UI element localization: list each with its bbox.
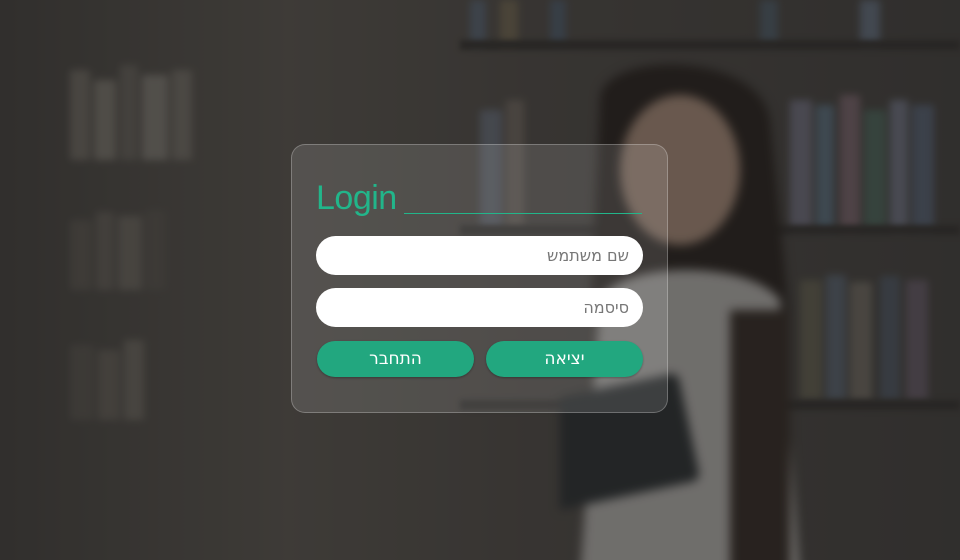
connect-button[interactable]: התחבר bbox=[317, 341, 474, 377]
password-input[interactable] bbox=[316, 288, 643, 327]
title-underline bbox=[404, 213, 642, 214]
login-card: Login התחבר יציאה bbox=[291, 144, 668, 413]
login-title: Login bbox=[316, 179, 397, 217]
username-input[interactable] bbox=[316, 236, 643, 275]
exit-button[interactable]: יציאה bbox=[486, 341, 643, 377]
